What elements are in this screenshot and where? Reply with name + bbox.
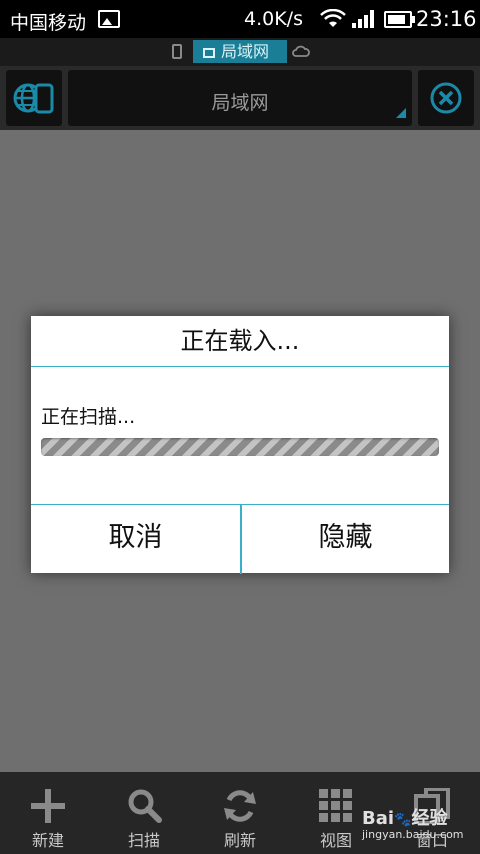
watermark-url: jingyan.baidu.com	[362, 828, 464, 841]
dialog-title: 正在载入...	[31, 316, 449, 367]
close-circle-icon	[430, 82, 462, 114]
hide-button[interactable]: 隐藏	[240, 505, 449, 574]
wifi-icon	[320, 9, 346, 27]
refresh-label: 刷新	[223, 831, 256, 850]
dialog-message: 正在扫描...	[41, 406, 136, 428]
scan-button[interactable]: 扫描	[96, 772, 192, 854]
image-notification-icon	[98, 10, 120, 28]
dropdown-corner-icon	[396, 108, 406, 118]
watermark-brand-2: 经验	[411, 808, 448, 829]
location-selector[interactable]: 局域网	[68, 70, 412, 126]
mode-bar: 局域网	[0, 38, 480, 66]
refresh-button[interactable]: 刷新	[192, 772, 288, 854]
refresh-icon	[224, 790, 256, 822]
top-toolbar: 局域网	[0, 66, 480, 130]
new-label: 新建	[31, 831, 64, 850]
close-button[interactable]	[418, 70, 474, 126]
watermark-brand: Bai	[362, 808, 395, 829]
search-icon	[128, 789, 162, 823]
globe-phone-icon	[13, 83, 54, 114]
carrier-name: 中国移动	[10, 12, 87, 34]
progress-bar	[41, 438, 439, 456]
new-button[interactable]: 新建	[0, 772, 96, 854]
dialog-button-row: 取消 隐藏	[31, 504, 449, 574]
cancel-button[interactable]: 取消	[31, 505, 240, 574]
scan-label: 扫描	[127, 831, 160, 850]
clock: 23:16	[416, 7, 477, 31]
computer-icon	[203, 48, 215, 58]
location-title: 局域网	[211, 92, 269, 114]
network-speed: 4.0K/s	[244, 8, 303, 30]
status-bar: 中国移动 4.0K/s 23:16	[0, 0, 480, 38]
baidu-watermark: Bai🐾经验 jingyan.baidu.com	[362, 804, 464, 841]
cloud-icon[interactable]	[292, 44, 310, 58]
plus-icon	[31, 789, 65, 823]
loading-dialog: 正在载入... 正在扫描... 取消 隐藏	[31, 316, 449, 574]
signal-icon	[352, 10, 374, 28]
grid-view-icon	[319, 789, 352, 822]
phone-mode-icon[interactable]	[172, 44, 182, 59]
tab-lan[interactable]: 局域网	[193, 40, 287, 63]
network-switch-button[interactable]	[6, 70, 62, 126]
battery-icon	[384, 11, 415, 28]
tab-lan-label: 局域网	[221, 42, 270, 61]
paw-icon: 🐾	[394, 812, 412, 828]
